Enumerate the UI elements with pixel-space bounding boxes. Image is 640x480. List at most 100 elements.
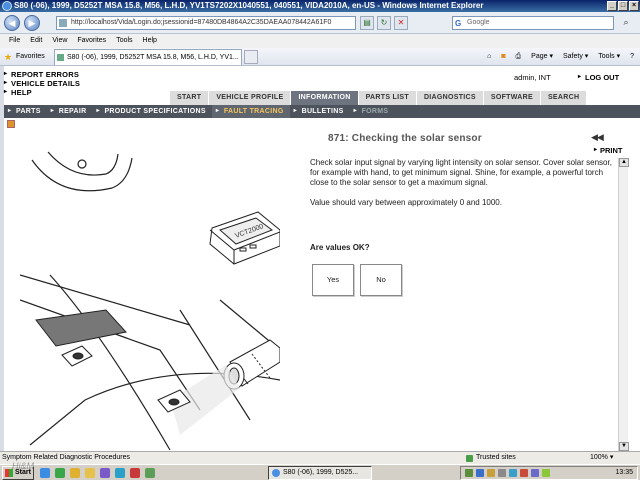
document-title: 871: Checking the solar sensor	[328, 133, 482, 144]
tray-icon[interactable]	[465, 469, 473, 477]
no-button[interactable]: No	[360, 264, 402, 296]
tray-icon[interactable]	[520, 469, 528, 477]
print-link[interactable]: PRINT	[594, 146, 623, 155]
scroll-up-icon[interactable]: ▲	[619, 158, 629, 167]
vehicle-details-link[interactable]: VEHICLE DETAILS	[4, 79, 204, 88]
smiley-quicklaunch-icon[interactable]	[85, 468, 95, 478]
stop-icon[interactable]: ✕	[394, 16, 408, 30]
print-icon[interactable]: ⎙	[514, 50, 524, 64]
subnav-forms[interactable]: FORMS	[350, 105, 395, 118]
feeds-icon[interactable]: ◙	[499, 50, 507, 64]
clock: 13:35	[615, 469, 633, 476]
forward-arrow-icon[interactable]: ▶	[24, 15, 40, 31]
scroll-down-icon[interactable]: ▼	[619, 442, 629, 451]
back-arrow-icon[interactable]: ◀	[4, 15, 20, 31]
document-scrollbar[interactable]: ▲ ▼	[618, 158, 629, 451]
close-button[interactable]: ×	[629, 1, 639, 11]
address-toolbar: ◀ ▶ http://localhost/Vida/Login.do;jsess…	[0, 12, 640, 34]
favorites-label: Favorites	[16, 53, 45, 60]
tray-icon[interactable]	[487, 469, 495, 477]
tool-quicklaunch-icon[interactable]	[130, 468, 140, 478]
folder-quicklaunch-icon[interactable]	[70, 468, 80, 478]
new-tab-button[interactable]	[244, 50, 258, 64]
browser-tab-title: S80 (-06), 1999, D5252T MSA 15.8, M56, L…	[67, 54, 239, 61]
star-icon: ★	[4, 52, 13, 62]
command-bar: ⌂ ◙ ⎙ Page ▾ Safety ▾ Tools ▾ ?	[485, 50, 636, 64]
tray-icon[interactable]	[531, 469, 539, 477]
taskbar-window-button[interactable]: S80 (-06), 1999, D525...	[268, 466, 372, 480]
menu-view[interactable]: View	[47, 34, 72, 48]
tab-search[interactable]: SEARCH	[540, 91, 588, 105]
watermark: Hi&M	[12, 461, 34, 471]
tab-software[interactable]: SOFTWARE	[483, 91, 541, 105]
search-box[interactable]: G Google	[452, 16, 614, 30]
yes-button[interactable]: Yes	[312, 264, 354, 296]
menu-edit[interactable]: Edit	[25, 34, 47, 48]
home-icon[interactable]: ⌂	[485, 50, 493, 64]
main-tabs: START VEHICLE PROFILE INFORMATION PARTS …	[170, 91, 588, 105]
document-marker-icon[interactable]	[7, 120, 15, 128]
network-quicklaunch-icon[interactable]	[115, 468, 125, 478]
compatibility-icon[interactable]: ▤	[360, 16, 374, 30]
tray-icon[interactable]	[542, 469, 550, 477]
utility-quicklaunch-icon[interactable]	[145, 468, 155, 478]
tab-parts-list[interactable]: PARTS LIST	[358, 91, 417, 105]
expected-value-paragraph: Value should vary between approximately …	[310, 198, 502, 207]
app-quicklaunch-icon[interactable]	[55, 468, 65, 478]
search-placeholder: Google	[467, 19, 490, 26]
sub-navigation: PARTS REPAIR PRODUCT SPECIFICATIONS FAUL…	[4, 105, 640, 118]
refresh-icon[interactable]: ↻	[377, 16, 391, 30]
tab-page-icon	[57, 54, 64, 61]
document-body: Check solar input signal by varying ligh…	[310, 158, 614, 218]
menu-favorites[interactable]: Favorites	[72, 34, 111, 48]
page-menu[interactable]: Page ▾	[529, 50, 555, 64]
favorites-button[interactable]: ★ Favorites	[2, 50, 49, 64]
menu-help[interactable]: Help	[138, 34, 162, 48]
tray-icon[interactable]	[498, 469, 506, 477]
zoom-level[interactable]: 100% ▾	[590, 452, 613, 464]
report-errors-link[interactable]: REPORT ERRORS	[4, 70, 204, 79]
media-quicklaunch-icon[interactable]	[100, 468, 110, 478]
tab-information[interactable]: INFORMATION	[291, 91, 359, 105]
tray-icon[interactable]	[509, 469, 517, 477]
address-url: http://localhost/Vida/Login.do;jsessioni…	[71, 19, 332, 26]
window-controls: _ □ ×	[607, 1, 639, 11]
help-menu[interactable]: ?	[628, 50, 636, 64]
instruction-paragraph: Check solar input signal by varying ligh…	[310, 158, 612, 187]
window-title-bar: S80 (-06), 1999, D5252T MSA 15.8, M56, L…	[0, 0, 640, 12]
menu-file[interactable]: File	[4, 34, 25, 48]
subnav-bulletins[interactable]: BULLETINS	[290, 105, 350, 118]
search-icon[interactable]: ⌕	[618, 16, 634, 30]
solar-sensor-illustration: VCT2000	[20, 151, 280, 451]
address-tools: ▤ ↻ ✕	[360, 16, 408, 30]
subnav-repair[interactable]: REPAIR	[47, 105, 93, 118]
logout-link[interactable]: LOG OUT	[578, 73, 619, 82]
previous-page-icon[interactable]: ◀◀	[591, 132, 604, 143]
ie-quicklaunch-icon[interactable]	[40, 468, 50, 478]
address-bar[interactable]: http://localhost/Vida/Login.do;jsessioni…	[56, 16, 356, 30]
system-tray: 13:35	[460, 466, 638, 480]
safety-menu[interactable]: Safety ▾	[561, 50, 590, 64]
menu-bar: File Edit View Favorites Tools Help	[0, 34, 640, 48]
menu-tools[interactable]: Tools	[111, 34, 137, 48]
subnav-product-specifications[interactable]: PRODUCT SPECIFICATIONS	[92, 105, 211, 118]
tray-icon[interactable]	[476, 469, 484, 477]
browser-tab[interactable]: S80 (-06), 1999, D5252T MSA 15.8, M56, L…	[54, 49, 242, 65]
google-icon: G	[455, 19, 462, 28]
tab-vehicle-profile[interactable]: VEHICLE PROFILE	[209, 91, 292, 105]
question-text: Are values OK?	[310, 243, 370, 252]
subnav-fault-tracing[interactable]: FAULT TRACING	[211, 105, 290, 118]
window-title: S80 (-06), 1999, D5252T MSA 15.8, M56, L…	[14, 1, 484, 10]
maximize-button[interactable]: □	[618, 1, 628, 11]
status-bar: Symptom Related Diagnostic Procedures Tr…	[0, 451, 640, 464]
tab-diagnostics[interactable]: DIAGNOSTICS	[416, 91, 484, 105]
user-name: admin, INT	[514, 73, 551, 82]
tab-start[interactable]: START	[170, 91, 210, 105]
taskbar: Start S80 (-06), 1999, D525... 13:35	[0, 464, 640, 480]
subnav-parts[interactable]: PARTS	[4, 105, 47, 118]
page-icon	[59, 19, 67, 27]
quick-launch	[40, 468, 155, 478]
tools-menu[interactable]: Tools ▾	[596, 50, 622, 64]
minimize-button[interactable]: _	[607, 1, 617, 11]
security-zone: Trusted sites	[466, 452, 516, 464]
